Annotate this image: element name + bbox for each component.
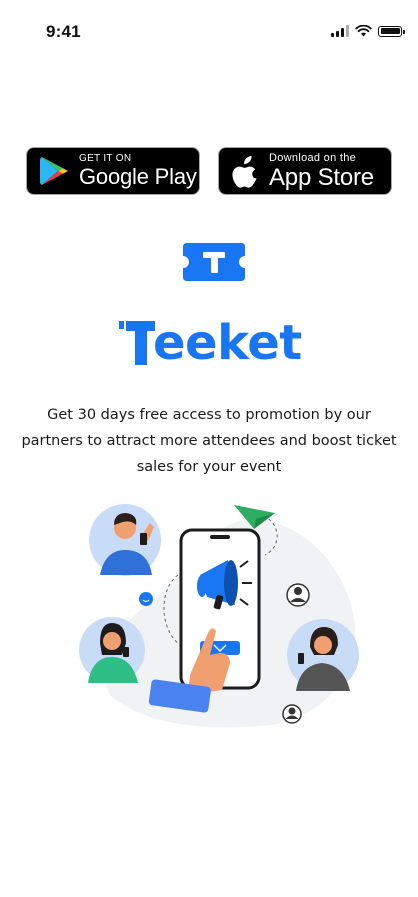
avatar-woman-left <box>79 617 145 683</box>
apple-badge-big-text: App Store <box>269 163 374 191</box>
wordmark-text: eeket <box>153 315 302 371</box>
google-badge-big-text: Google Play <box>79 164 197 189</box>
status-time: 9:41 <box>46 22 81 41</box>
google-badge-small-text: GET IT ON <box>79 153 132 164</box>
avatar-woman-right <box>287 619 359 691</box>
promotion-illustration <box>79 504 359 728</box>
cellular-signal-icon <box>331 25 349 37</box>
apple-icon <box>232 156 257 188</box>
status-bar: 9:41 <box>0 0 418 64</box>
ticket-icon <box>183 243 245 281</box>
battery-icon <box>378 25 405 37</box>
status-icons <box>331 25 405 37</box>
user-icon <box>286 583 310 607</box>
app-store-button[interactable]: Download on the App Store <box>218 147 392 195</box>
avatar-man-top <box>89 504 161 576</box>
google-play-icon <box>40 157 68 185</box>
smiley-icon <box>139 592 153 606</box>
wordmark-t-icon <box>119 321 155 365</box>
wifi-icon <box>355 25 372 37</box>
google-play-button[interactable]: GET IT ON Google Play <box>26 147 200 195</box>
user-icon-bottom <box>282 704 302 724</box>
brand-wordmark: eeket <box>119 318 302 368</box>
apple-badge-small-text: Download on the <box>269 151 357 164</box>
promo-description: Get 30 days free access to promotion by … <box>21 407 397 475</box>
